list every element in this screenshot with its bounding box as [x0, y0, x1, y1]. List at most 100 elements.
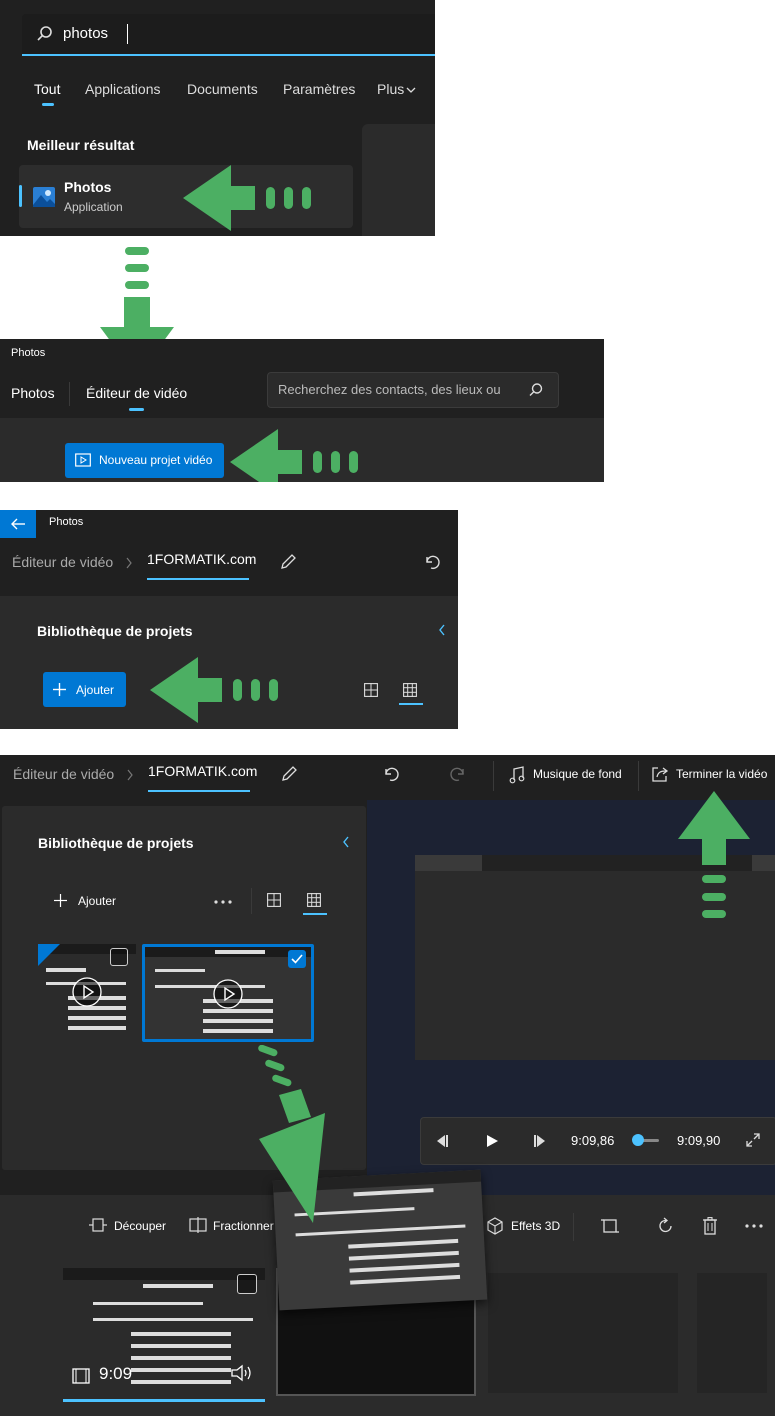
- tab-all[interactable]: Tout: [34, 81, 60, 97]
- clip-line: [131, 1368, 231, 1372]
- next-frame-icon[interactable]: [533, 1134, 547, 1148]
- storyboard-empty-slot[interactable]: [488, 1273, 678, 1393]
- clip-line: [155, 969, 205, 972]
- preview-pane: [362, 124, 435, 236]
- clip-line: [93, 1302, 203, 1305]
- video-project-panel: Photos Éditeur de vidéo 1FORMATIK.com Bi…: [0, 510, 458, 729]
- clip-checkbox[interactable]: [110, 948, 128, 966]
- rotate-icon[interactable]: [657, 1217, 675, 1235]
- previous-frame-icon[interactable]: [435, 1134, 449, 1148]
- tab-more[interactable]: Plus: [377, 81, 404, 97]
- new-video-project-label: Nouveau projet vidéo: [99, 453, 213, 467]
- undo-icon[interactable]: [382, 765, 400, 783]
- play-icon[interactable]: [72, 977, 102, 1007]
- large-grid-icon[interactable]: [364, 683, 378, 697]
- undo-icon[interactable]: [423, 553, 441, 571]
- video-project-icon: [75, 453, 91, 467]
- search-icon[interactable]: [528, 382, 544, 398]
- tab-settings[interactable]: Paramètres: [283, 81, 355, 97]
- effects-3d-icon: [486, 1217, 504, 1235]
- library-clip-1[interactable]: [38, 944, 136, 1038]
- redo-icon[interactable]: [449, 765, 467, 783]
- clip-line: [143, 1284, 213, 1288]
- search-box[interactable]: photos: [22, 14, 435, 56]
- current-time: 9:09,86: [571, 1133, 615, 1148]
- window-title: Photos: [11, 347, 46, 359]
- grid-view-indicator: [399, 703, 423, 705]
- clip-line: [68, 1026, 126, 1030]
- seek-thumb[interactable]: [632, 1134, 644, 1146]
- clip-line: [131, 1356, 231, 1360]
- play-icon[interactable]: [485, 1134, 499, 1148]
- breadcrumb-chevron-icon: [125, 556, 133, 570]
- play-icon[interactable]: [213, 979, 243, 1009]
- clip-line: [215, 950, 265, 954]
- result-title: Photos: [64, 179, 112, 195]
- more-options-icon[interactable]: [214, 900, 232, 904]
- effects-3d-button[interactable]: Effets 3D: [511, 1219, 560, 1233]
- library-heading: Bibliothèque de projets: [37, 623, 193, 639]
- header-divider: [638, 761, 639, 791]
- project-name-underline: [148, 790, 250, 792]
- delete-trash-icon[interactable]: [702, 1217, 718, 1235]
- tab-all-indicator: [42, 103, 54, 106]
- add-button[interactable]: Ajouter: [78, 894, 116, 908]
- tab-documents[interactable]: Documents: [187, 81, 258, 97]
- best-result-heading: Meilleur résultat: [27, 137, 135, 153]
- selection-indicator: [19, 185, 22, 207]
- small-grid-icon[interactable]: [403, 683, 417, 697]
- breadcrumb-parent[interactable]: Éditeur de vidéo: [12, 554, 113, 570]
- clip-header: [63, 1268, 265, 1280]
- more-options-icon[interactable]: [745, 1224, 763, 1228]
- result-subtitle: Application: [64, 200, 123, 214]
- plus-icon: [53, 683, 66, 696]
- storyboard-clip-1[interactable]: 9:09: [63, 1268, 265, 1396]
- back-button[interactable]: [0, 510, 36, 538]
- background-music-button[interactable]: Musique de fond: [533, 767, 622, 781]
- clip-line: [155, 985, 265, 988]
- toolbar-divider: [573, 1213, 574, 1241]
- toolbar-divider: [251, 888, 252, 914]
- clip-progress-bar: [63, 1399, 265, 1402]
- edit-pencil-icon[interactable]: [280, 765, 298, 783]
- add-button-label: Ajouter: [76, 683, 115, 697]
- large-grid-icon[interactable]: [267, 893, 281, 907]
- clip-line: [350, 1274, 461, 1285]
- collapse-chevron-icon[interactable]: [438, 623, 446, 637]
- clip-checkbox[interactable]: [237, 1274, 257, 1294]
- trim-button[interactable]: Découper: [114, 1219, 166, 1233]
- crop-resize-icon[interactable]: [601, 1217, 619, 1235]
- green-arrow-up-icon: [678, 791, 750, 926]
- volume-icon[interactable]: [231, 1364, 253, 1382]
- new-video-project-button[interactable]: Nouveau projet vidéo: [65, 443, 224, 478]
- add-button[interactable]: Ajouter: [43, 672, 126, 707]
- finish-video-button[interactable]: Terminer la vidéo: [676, 767, 767, 781]
- photos-app-panel: Photos Photos Éditeur de vidéo Recherche…: [0, 339, 604, 482]
- edit-pencil-icon[interactable]: [279, 553, 297, 571]
- contacts-search-box[interactable]: Recherchez des contacts, des lieux ou: [267, 372, 559, 408]
- clip-line: [93, 1318, 253, 1321]
- clip-line: [203, 1009, 273, 1013]
- library-heading: Bibliothèque de projets: [38, 835, 194, 851]
- breadcrumb-parent[interactable]: Éditeur de vidéo: [13, 766, 114, 782]
- search-input[interactable]: photos: [63, 25, 108, 42]
- total-time: 9:09,90: [677, 1133, 721, 1148]
- collapse-chevron-icon[interactable]: [342, 835, 350, 849]
- clip-line: [203, 1029, 273, 1033]
- film-strip-icon: [72, 1368, 90, 1384]
- search-placeholder: Recherchez des contacts, des lieux ou: [278, 382, 501, 397]
- nav-tab-photos[interactable]: Photos: [11, 385, 55, 401]
- plus-icon: [54, 894, 67, 907]
- nav-divider: [69, 382, 70, 406]
- clip-line: [68, 1016, 126, 1020]
- storyboard-empty-slot[interactable]: [697, 1273, 767, 1393]
- clip-checkbox-checked[interactable]: [288, 950, 306, 968]
- library-clip-2-selected[interactable]: [142, 944, 314, 1042]
- back-arrow-icon: [10, 517, 26, 531]
- clip-line: [353, 1188, 434, 1197]
- fullscreen-icon[interactable]: [746, 1133, 760, 1147]
- window-title: Photos: [49, 516, 84, 528]
- tab-applications[interactable]: Applications: [85, 81, 161, 97]
- nav-tab-video-editor[interactable]: Éditeur de vidéo: [86, 385, 187, 401]
- small-grid-icon[interactable]: [307, 893, 321, 907]
